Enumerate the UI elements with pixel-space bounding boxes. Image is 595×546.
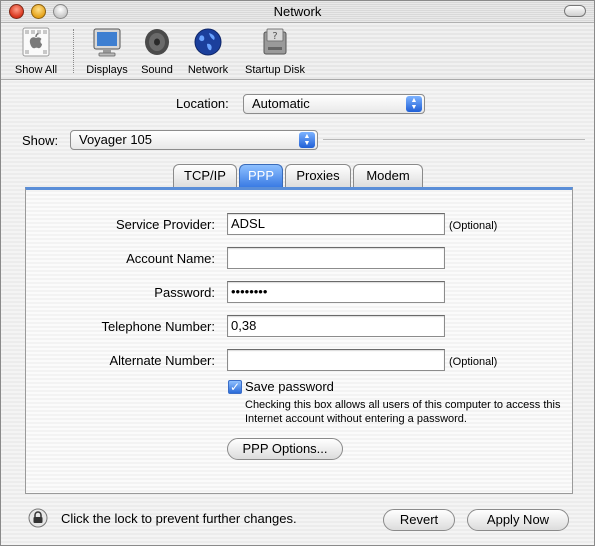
alternate-number-label: Alternate Number: (109, 353, 216, 368)
password-label: Password: (154, 285, 215, 300)
svg-text:?: ? (272, 31, 277, 42)
popup-arrows-icon: ▲ ▼ (299, 132, 315, 148)
apple-icon (22, 27, 50, 57)
ppp-panel: Service Provider: ADSL (Optional) Accoun… (25, 187, 573, 494)
account-name-label: Account Name: (126, 251, 215, 266)
location-popup[interactable]: Automatic ▲ ▼ (243, 94, 425, 114)
speaker-icon (145, 29, 169, 55)
network-preferences-window: Network Show All Displays Sound Network … (0, 0, 595, 546)
show-popup[interactable]: Voyager 105 ▲ ▼ (70, 130, 318, 150)
divider (323, 139, 585, 140)
tab-ppp[interactable]: PPP (239, 164, 283, 187)
telephone-number-label: Telephone Number: (101, 319, 215, 334)
tab-proxies[interactable]: Proxies (285, 164, 351, 187)
toolbar: Show All Displays Sound Network ? Startu… (1, 23, 594, 80)
toolbar-separator (73, 29, 74, 73)
alternate-number-field[interactable] (227, 349, 445, 371)
service-provider-field[interactable]: ADSL (227, 213, 445, 235)
lock-icon[interactable] (28, 508, 48, 528)
toolbar-label-network: Network (187, 64, 229, 76)
save-password-label[interactable]: Save password (245, 379, 334, 394)
toolbar-item-startup-disk[interactable]: ? Startup Disk (239, 26, 311, 76)
save-password-checkbox[interactable]: ✓ (228, 380, 242, 394)
revert-button[interactable]: Revert (383, 509, 455, 531)
globe-icon (194, 28, 222, 56)
window-title: Network (273, 4, 322, 19)
toolbar-item-network[interactable]: Network (183, 26, 233, 76)
toolbar-item-show-all[interactable]: Show All (9, 26, 63, 76)
service-provider-optional-note: (Optional) (449, 220, 498, 232)
toolbar-item-displays[interactable]: Displays (83, 26, 131, 76)
location-label: Location: (176, 96, 229, 111)
apply-now-button[interactable]: Apply Now (467, 509, 569, 531)
toolbar-label-sound: Sound (141, 64, 173, 76)
show-value: Voyager 105 (79, 132, 153, 147)
lock-status-text: Click the lock to prevent further change… (61, 511, 297, 526)
popup-arrows-icon: ▲ ▼ (406, 96, 422, 112)
toolbar-toggle-button[interactable] (564, 5, 586, 17)
toolbar-item-sound[interactable]: Sound (137, 26, 177, 76)
alternate-number-optional-note: (Optional) (449, 356, 498, 368)
title-bar[interactable]: Network (1, 1, 594, 23)
toolbar-label-displays: Displays (86, 64, 128, 76)
password-field[interactable]: •••••••• (227, 281, 445, 303)
tab-modem[interactable]: Modem (353, 164, 423, 187)
toolbar-label-startup-disk: Startup Disk (245, 64, 305, 76)
show-label: Show: (22, 133, 59, 148)
location-value: Automatic (252, 96, 310, 111)
account-name-field[interactable] (227, 247, 445, 269)
tab-tcp-ip[interactable]: TCP/IP (173, 164, 237, 187)
toolbar-label-show-all: Show All (14, 64, 58, 76)
save-password-help-text: Checking this box allows all users of th… (245, 399, 561, 425)
service-provider-label: Service Provider: (116, 217, 215, 232)
telephone-number-field[interactable]: 0,38 (227, 315, 445, 337)
ppp-options-button[interactable]: PPP Options... (227, 438, 343, 460)
display-icon (93, 28, 121, 57)
disk-icon: ? (263, 28, 287, 55)
